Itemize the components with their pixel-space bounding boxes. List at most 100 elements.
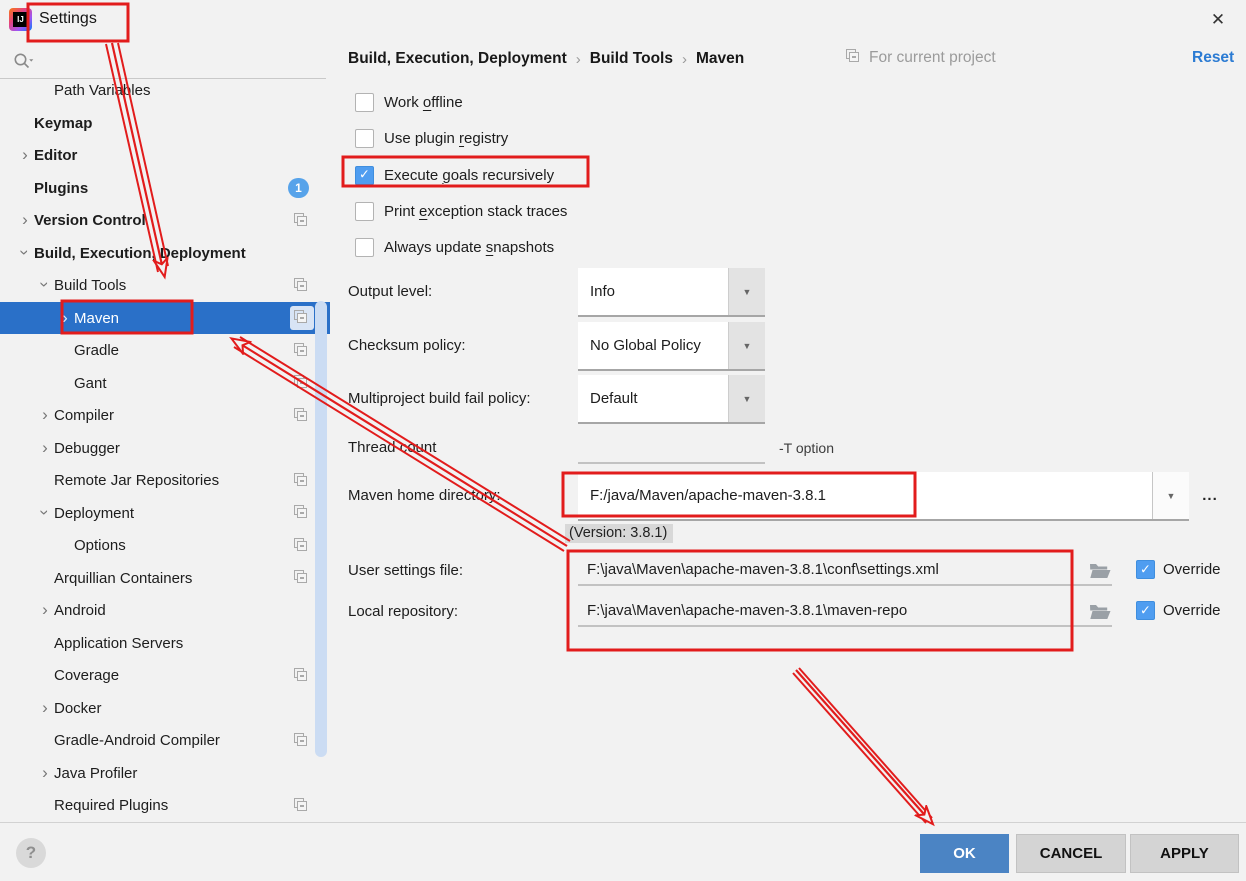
sidebar-item-label: Build, Execution, Deployment xyxy=(34,245,246,262)
sidebar-item-path-variables[interactable]: Path Variables xyxy=(0,79,330,107)
sidebar-item-label: Gradle-Android Compiler xyxy=(54,732,220,749)
thread-count-label: Thread count xyxy=(348,439,436,456)
sidebar-item-version-control[interactable]: › Version Control xyxy=(0,205,330,237)
override-label: Override xyxy=(1163,602,1221,619)
checkbox-checked[interactable]: ✓ xyxy=(1136,560,1155,579)
folder-browse-icon[interactable] xyxy=(1089,602,1111,622)
sidebar-item-label: Maven xyxy=(74,310,119,327)
sidebar-item-arquillian-containers[interactable]: Arquillian Containers xyxy=(0,562,330,594)
chevron-down-icon: › xyxy=(37,503,54,521)
sidebar-item-android[interactable]: › Android xyxy=(0,595,330,627)
local-repository-override[interactable]: ✓ Override xyxy=(1136,601,1221,620)
maven-home-value[interactable]: F:/java/Maven/apache-maven-3.8.1 xyxy=(578,472,1152,519)
sidebar-item-label: Build Tools xyxy=(54,277,126,294)
apply-button[interactable]: APPLY xyxy=(1130,834,1239,873)
settings-dialog: { "window": { "title": "Settings", "clos… xyxy=(0,0,1246,881)
sidebar-item-gradle[interactable]: Gradle xyxy=(0,335,330,367)
project-settings-icon xyxy=(294,505,310,521)
close-icon[interactable]: ✕ xyxy=(1202,6,1234,34)
execute-goals-recursively-checkbox[interactable]: ✓ Execute goals recursively xyxy=(355,163,554,187)
user-settings-file-input[interactable]: F:\java\Maven\apache-maven-3.8.1\conf\se… xyxy=(587,561,939,578)
help-icon[interactable]: ? xyxy=(16,838,46,868)
sidebar-item-label: Plugins xyxy=(34,180,88,197)
sidebar-item-application-servers[interactable]: Application Servers xyxy=(0,627,330,659)
sidebar-item-label: Java Profiler xyxy=(54,765,137,782)
sidebar-item-label: Path Variables xyxy=(54,82,150,99)
sidebar-item-required-plugins[interactable]: Required Plugins xyxy=(0,790,330,822)
project-settings-icon xyxy=(846,50,862,66)
sidebar-item-build-execution-deployment[interactable]: › Build, Execution, Deployment xyxy=(0,237,330,269)
sidebar-item-label: Editor xyxy=(34,147,77,164)
sidebar-item-plugins[interactable]: Plugins 1 xyxy=(0,172,330,204)
chevron-right-icon: › xyxy=(16,146,34,163)
checkbox-unchecked[interactable] xyxy=(355,93,374,112)
checkbox-label: Execute goals recursively xyxy=(384,167,554,184)
project-settings-icon xyxy=(294,213,310,229)
work-offline-checkbox[interactable]: Work offline xyxy=(355,90,463,114)
checkbox-checked[interactable]: ✓ xyxy=(1136,601,1155,620)
settings-search-input[interactable] xyxy=(0,44,326,78)
checkbox-unchecked[interactable] xyxy=(355,129,374,148)
cancel-button[interactable]: CANCEL xyxy=(1016,834,1126,873)
sidebar-item-build-tools[interactable]: › Build Tools xyxy=(0,270,330,302)
sidebar-item-editor[interactable]: › Editor xyxy=(0,140,330,172)
ok-button[interactable]: OK xyxy=(920,834,1009,873)
always-update-snapshots-checkbox[interactable]: Always update snapshots xyxy=(355,236,554,260)
checkbox-label: Use plugin registry xyxy=(384,130,508,147)
chevron-down-icon[interactable]: ▼ xyxy=(728,322,765,369)
sidebar-item-keymap[interactable]: Keymap xyxy=(0,107,330,139)
thread-count-input[interactable] xyxy=(578,462,765,464)
sidebar-item-options[interactable]: Options xyxy=(0,530,330,562)
sidebar-item-debugger[interactable]: › Debugger xyxy=(0,432,330,464)
select-value: Default xyxy=(578,375,728,422)
project-settings-icon xyxy=(294,408,310,424)
sidebar-item-label: Docker xyxy=(54,700,102,717)
sidebar-item-maven[interactable]: › Maven xyxy=(0,302,330,334)
checkbox-unchecked[interactable] xyxy=(355,202,374,221)
maven-home-directory-label: Maven home directory: xyxy=(348,487,501,504)
sidebar-item-java-profiler[interactable]: › Java Profiler xyxy=(0,757,330,789)
sidebar-item-label: Compiler xyxy=(54,407,114,424)
check-icon: ✓ xyxy=(1140,602,1151,618)
chevron-right-icon: › xyxy=(36,699,54,716)
settings-nav-tree: Path Variables Keymap › Editor Plugins 1… xyxy=(0,79,330,822)
chevron-down-icon[interactable]: ▼ xyxy=(1152,472,1189,519)
local-repository-input[interactable]: F:\java\Maven\apache-maven-3.8.1\maven-r… xyxy=(587,602,907,619)
sidebar-scrollbar[interactable] xyxy=(315,301,327,757)
use-plugin-registry-checkbox[interactable]: Use plugin registry xyxy=(355,127,508,151)
reset-link[interactable]: Reset xyxy=(1192,49,1234,67)
breadcrumb-item[interactable]: Maven xyxy=(696,50,744,68)
user-settings-override[interactable]: ✓ Override xyxy=(1136,560,1221,579)
checksum-policy-select[interactable]: No Global Policy ▼ xyxy=(578,322,765,371)
print-exception-stack-traces-checkbox[interactable]: Print exception stack traces xyxy=(355,199,567,223)
browse-more-button[interactable]: ... xyxy=(1198,484,1222,506)
sidebar-item-gradle-android-compiler[interactable]: Gradle-Android Compiler xyxy=(0,725,330,757)
breadcrumb-separator: › xyxy=(576,51,581,68)
sidebar-item-docker[interactable]: › Docker xyxy=(0,692,330,724)
window-title: Settings xyxy=(39,10,97,28)
sidebar-item-label: Keymap xyxy=(34,115,92,132)
output-level-select[interactable]: Info ▼ xyxy=(578,268,765,317)
breadcrumb-item[interactable]: Build, Execution, Deployment xyxy=(348,50,567,68)
sidebar-item-compiler[interactable]: › Compiler xyxy=(0,400,330,432)
chevron-down-icon[interactable]: ▼ xyxy=(728,375,765,422)
project-settings-icon xyxy=(294,375,310,391)
sidebar-item-coverage[interactable]: Coverage xyxy=(0,660,330,692)
checkbox-unchecked[interactable] xyxy=(355,238,374,257)
sidebar-item-label: Coverage xyxy=(54,667,119,684)
maven-home-directory-combobox[interactable]: F:/java/Maven/apache-maven-3.8.1 ▼ xyxy=(578,472,1189,521)
sidebar-item-remote-jar-repositories[interactable]: Remote Jar Repositories xyxy=(0,465,330,497)
sidebar-item-deployment[interactable]: › Deployment xyxy=(0,497,330,529)
intellij-logo-icon: IJ xyxy=(9,8,32,31)
chevron-down-icon[interactable]: ▼ xyxy=(728,268,765,315)
user-settings-file-underline xyxy=(578,584,1112,586)
checkbox-checked[interactable]: ✓ xyxy=(355,166,374,185)
search-icon xyxy=(12,51,34,73)
project-settings-icon xyxy=(294,473,310,489)
breadcrumb-item[interactable]: Build Tools xyxy=(590,50,673,68)
multiproject-build-fail-policy-select[interactable]: Default ▼ xyxy=(578,375,765,424)
sidebar-item-gant[interactable]: Gant xyxy=(0,367,330,399)
folder-browse-icon[interactable] xyxy=(1089,561,1111,581)
footer-divider xyxy=(0,822,1246,823)
sidebar-item-label: Required Plugins xyxy=(54,797,168,814)
